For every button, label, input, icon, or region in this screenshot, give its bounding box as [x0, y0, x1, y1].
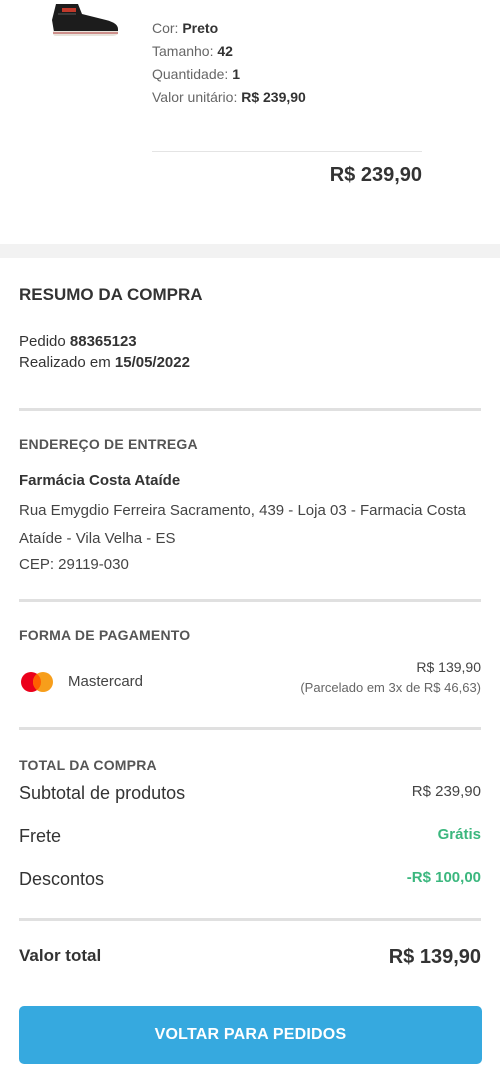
back-to-orders-button[interactable]: VOLTAR PARA PEDIDOS [19, 1006, 482, 1064]
grand-total-row: Valor total R$ 139,90 [19, 921, 481, 983]
attr-label: Cor: [152, 20, 179, 36]
summary-title: RESUMO DA COMPRA [19, 285, 203, 304]
attr-value: 1 [232, 66, 240, 82]
payment-method-name: Mastercard [68, 673, 144, 690]
payment-title: FORMA DE PAGAMENTO [19, 627, 191, 643]
subtotal-row: Subtotal de produtos R$ 239,90 [19, 773, 481, 816]
grand-total-label: Valor total [19, 946, 102, 965]
delivery-address-section: ENDEREÇO DE ENTREGA Farmácia Costa Ataíd… [19, 411, 481, 599]
subtotal-label: Subtotal de produtos [19, 783, 186, 803]
address-title: ENDEREÇO DE ENTREGA [19, 436, 198, 452]
totals-title: TOTAL DA COMPRA [19, 757, 157, 773]
order-date-line: Realizado em 15/05/2022 [19, 352, 481, 373]
shipping-label: Frete [19, 826, 62, 846]
order-info: Pedido 88365123 Realizado em 15/05/2022 [19, 322, 481, 408]
attr-quantity: Quantidade: 1 [152, 63, 306, 86]
attr-value: Preto [182, 20, 219, 36]
payment-method-row: Mastercard R$ 139,90 (Parcelado em 3x de… [19, 643, 481, 727]
item-total-price: R$ 239,90 [329, 164, 422, 186]
discount-row: Descontos -R$ 100,00 [19, 859, 481, 902]
grand-total-value: R$ 139,90 [388, 946, 481, 968]
attr-color: Cor: Preto [152, 17, 306, 40]
shipping-row: Frete Grátis [19, 816, 481, 859]
attr-value: 42 [217, 43, 233, 59]
section-gap [0, 244, 500, 258]
shipping-value: Grátis [437, 826, 481, 843]
purchase-summary: RESUMO DA COMPRA Pedido 88365123 Realiza… [0, 258, 500, 983]
order-number: 88365123 [69, 333, 137, 350]
payment-section: FORMA DE PAGAMENTO Mastercard R$ 139,90 … [19, 602, 481, 727]
payment-installments: (Parcelado em 3x de R$ 46,63) [300, 680, 481, 695]
subtotal-value: R$ 239,90 [411, 783, 481, 800]
attr-value: R$ 239,90 [241, 89, 306, 105]
discount-value: -R$ 100,00 [406, 869, 481, 886]
attr-label: Valor unitário: [152, 89, 238, 105]
order-number-line: Pedido 88365123 [19, 331, 481, 352]
product-card: Cor: Preto Tamanho: 42 Quantidade: 1 Val… [0, 0, 500, 244]
totals-section: TOTAL DA COMPRA Subtotal de produtos R$ … [19, 730, 481, 918]
mastercard-icon [21, 672, 53, 692]
address-cep: CEP: 29119-030 [19, 556, 129, 573]
address-recipient: Farmácia Costa Ataíde [19, 472, 181, 489]
item-divider [152, 151, 422, 152]
attr-label: Tamanho: [152, 43, 214, 59]
placed-date: 15/05/2022 [114, 354, 190, 371]
discount-label: Descontos [19, 869, 105, 889]
placed-prefix: Realizado em [19, 354, 111, 371]
address-street: Rua Emygdio Ferreira Sacramento, 439 - L… [19, 502, 466, 547]
sneaker-image [52, 4, 118, 36]
attr-size: Tamanho: 42 [152, 40, 306, 63]
attr-unit-price: Valor unitário: R$ 239,90 [152, 86, 306, 109]
order-prefix: Pedido [19, 333, 66, 350]
product-attributes: Cor: Preto Tamanho: 42 Quantidade: 1 Val… [152, 17, 306, 109]
attr-label: Quantidade: [152, 66, 229, 82]
payment-amount: R$ 139,90 [416, 659, 481, 675]
